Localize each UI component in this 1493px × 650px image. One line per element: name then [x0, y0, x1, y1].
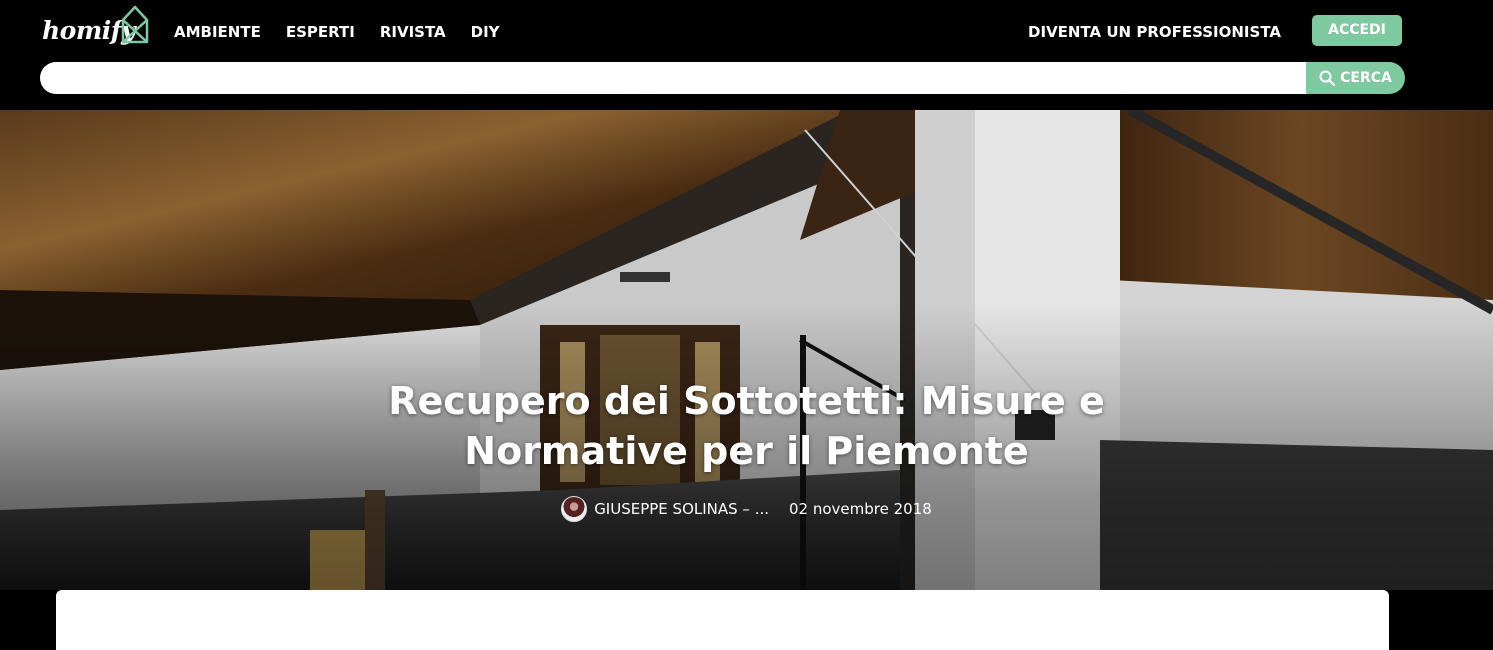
login-button[interactable]: ACCEDI — [1312, 15, 1402, 46]
search-icon — [1319, 70, 1336, 86]
house-logo-icon — [121, 5, 149, 44]
article-title: Recupero dei Sottotetti: Misure e Normat… — [300, 376, 1193, 476]
become-professional-link[interactable]: DIVENTA UN PROFESSIONISTA — [1028, 20, 1281, 44]
article-content-card — [56, 590, 1389, 650]
author-avatar[interactable] — [561, 496, 588, 522]
main-nav: AMBIENTE ESPERTI RIVISTA DIY — [174, 20, 500, 44]
search-bar: CERCA — [40, 62, 1405, 94]
nav-item-ambiente[interactable]: AMBIENTE — [174, 20, 261, 44]
article-date: 02 novembre 2018 — [789, 500, 932, 518]
nav-item-rivista[interactable]: RIVISTA — [380, 20, 446, 44]
article-hero: Recupero dei Sottotetti: Misure e Normat… — [0, 110, 1493, 590]
nav-item-esperti[interactable]: ESPERTI — [286, 20, 355, 44]
article-title-line-1: Recupero dei Sottotetti: Misure e — [388, 379, 1105, 423]
search-button-label: CERCA — [1340, 70, 1392, 86]
homify-logo[interactable]: homify — [40, 4, 152, 54]
site-header: homify AMBIENTE ESPERTI RIVISTA DIY DIVE… — [0, 0, 1493, 110]
article-title-line-2: Normative per il Piemonte — [464, 429, 1029, 473]
nav-item-diy[interactable]: DIY — [471, 20, 500, 44]
author-name[interactable]: GIUSEPPE SOLINAS – ... — [594, 500, 769, 518]
search-button[interactable]: CERCA — [1306, 62, 1405, 94]
search-input[interactable] — [40, 62, 1306, 94]
article-byline: GIUSEPPE SOLINAS – ... 02 novembre 2018 — [0, 496, 1493, 522]
